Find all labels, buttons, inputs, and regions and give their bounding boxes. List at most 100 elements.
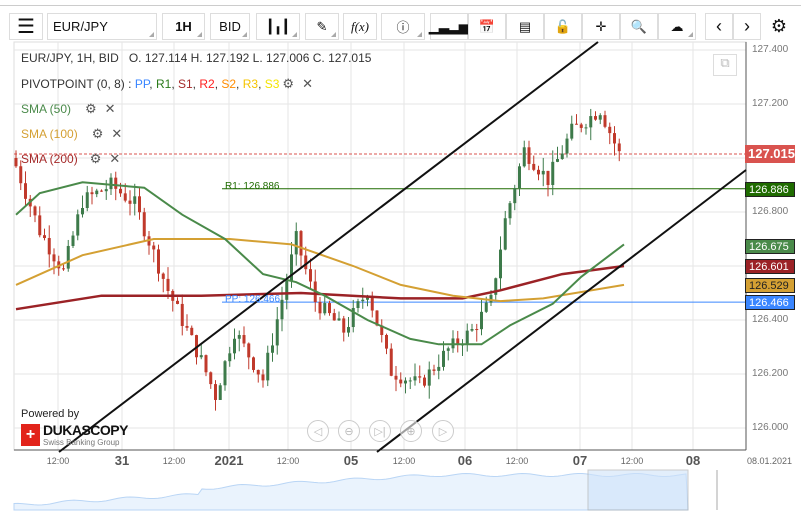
candle-body <box>81 208 84 215</box>
x-tick-label: 31 <box>114 453 130 468</box>
candle-body <box>584 127 588 129</box>
candle-body <box>152 245 156 250</box>
candle-body <box>484 302 488 312</box>
candle-body <box>518 166 521 189</box>
candle-body <box>33 206 37 216</box>
y-tick-label: 126.200 <box>752 368 789 379</box>
candle-body <box>361 299 365 302</box>
candle-body <box>408 380 412 382</box>
pivot-settings-gear-icon[interactable]: ⚙ <box>282 76 294 92</box>
sma50-close-icon[interactable]: ✕ <box>105 101 116 117</box>
candle-body <box>570 123 574 139</box>
candle-body <box>432 369 436 371</box>
pan-right-button[interactable]: ▷ <box>432 420 454 442</box>
candle-body <box>214 384 217 400</box>
candle-body <box>332 313 336 321</box>
detach-button[interactable]: ⧉ <box>713 54 737 76</box>
candle-body <box>109 177 113 190</box>
candle-body <box>579 124 583 128</box>
zoom-in-icon: ⊕ <box>406 425 416 438</box>
y-tick-label: 127.200 <box>752 98 789 109</box>
candle-body <box>237 335 241 339</box>
candle-body <box>228 353 232 362</box>
candle-body <box>256 369 260 375</box>
candle-body <box>608 126 612 134</box>
candle-body <box>537 169 540 175</box>
candle-body <box>190 327 194 336</box>
x-tick-label: 12:00 <box>276 456 300 466</box>
candle-body <box>480 311 483 330</box>
candle-body <box>318 302 322 314</box>
candle-body <box>209 372 213 385</box>
triangle-left-icon: ◁ <box>313 425 323 438</box>
sma50-legend: SMA (50) ⚙ ✕ <box>21 101 116 117</box>
candle-body <box>199 355 203 358</box>
price-label: 126.886 <box>745 181 795 197</box>
pan-left-button[interactable]: ◁ <box>307 420 329 442</box>
candle-body <box>546 170 550 185</box>
candle-body <box>437 366 441 371</box>
ohlc-legend: EUR/JPY, 1H, BID O. 127.114 H. 127.192 L… <box>21 51 371 65</box>
sma100-close-icon[interactable]: ✕ <box>111 126 122 142</box>
sma200-gear-icon[interactable]: ⚙ <box>90 151 102 167</box>
candle-body <box>133 196 137 204</box>
candle-body <box>38 215 42 236</box>
candle-body <box>527 147 531 164</box>
x-tick-label: 12:00 <box>392 456 416 466</box>
x-tick-label: 06 <box>457 453 473 468</box>
go-to-end-button[interactable]: ▷| <box>369 420 391 442</box>
triangle-right-icon: ▷ <box>438 425 448 438</box>
candle-body <box>71 235 75 246</box>
candle-body <box>337 318 341 321</box>
candle-body <box>90 192 94 195</box>
zoom-in-button[interactable]: ⊕ <box>400 420 422 442</box>
x-tick-label: 12:00 <box>162 456 186 466</box>
candle-body <box>85 192 89 209</box>
pivot-item-s2: S2 <box>221 77 237 91</box>
candle-body <box>475 329 479 331</box>
pivot-item-r3: R3 <box>242 77 259 91</box>
candle-body <box>142 212 146 237</box>
candle-body <box>442 350 445 367</box>
candle-body <box>157 249 160 274</box>
candle-body <box>404 380 407 384</box>
pivot-item-s1: S1 <box>177 77 193 91</box>
x-tick-label: 07 <box>572 453 588 468</box>
candle-body <box>138 196 141 213</box>
candle-body <box>427 369 431 386</box>
candle-body <box>299 231 303 256</box>
pivot-close-icon[interactable]: ✕ <box>302 76 313 92</box>
pivot-item-s3: S3 <box>264 77 280 91</box>
y-tick-label: 127.400 <box>752 44 789 55</box>
candle-body <box>114 177 118 189</box>
candle-body <box>271 345 274 353</box>
y-tick-label: 126.800 <box>752 206 789 217</box>
candle-body <box>389 348 393 376</box>
candle-body <box>242 335 246 344</box>
popout-icon: ⧉ <box>720 55 730 70</box>
candle-body <box>218 385 222 400</box>
sma50-gear-icon[interactable]: ⚙ <box>85 101 97 117</box>
brand-name: DUKASCOPY <box>43 422 128 438</box>
candle-body <box>594 116 597 120</box>
candle-body <box>347 327 350 333</box>
candle-body <box>589 116 593 128</box>
candle-body <box>565 138 569 154</box>
candle-body <box>603 115 607 127</box>
candle-body <box>513 188 517 204</box>
candle-body <box>499 249 502 279</box>
x-tick-label: 2021 <box>214 453 244 468</box>
candle-body <box>275 319 279 346</box>
candle-body <box>62 268 65 270</box>
candle-body <box>522 147 526 167</box>
candle-body <box>47 238 51 255</box>
candle-body <box>613 133 616 144</box>
candle-body <box>285 280 289 300</box>
candle-body <box>176 300 179 304</box>
candle-body <box>328 303 331 314</box>
sma200-close-icon[interactable]: ✕ <box>109 151 120 167</box>
navigator-window <box>587 469 689 511</box>
candle-body <box>14 158 18 167</box>
zoom-out-button[interactable]: ⊖ <box>338 420 360 442</box>
sma100-gear-icon[interactable]: ⚙ <box>92 126 104 142</box>
